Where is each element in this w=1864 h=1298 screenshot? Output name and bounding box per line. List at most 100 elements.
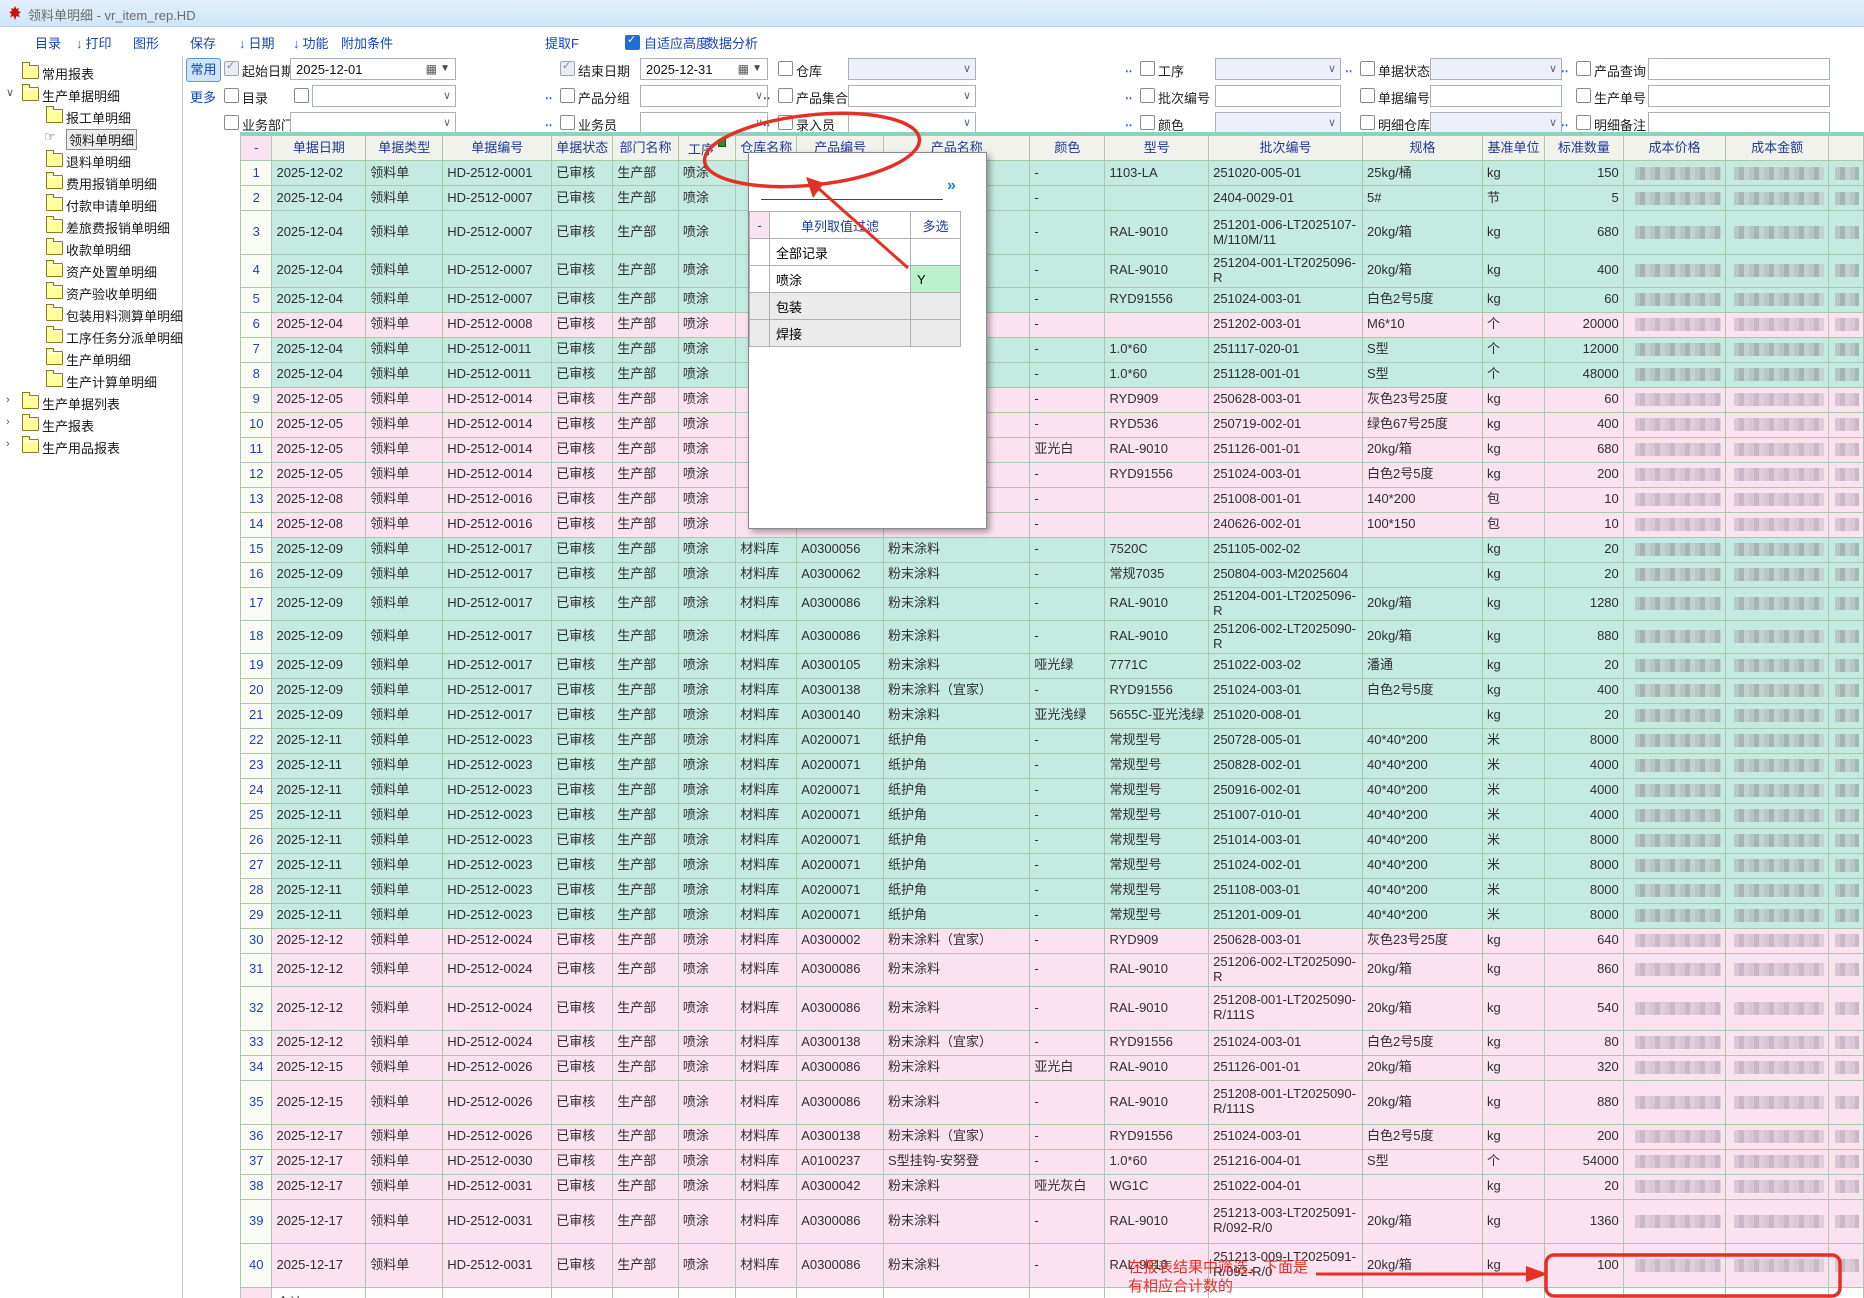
combo-产品集合[interactable]: ∨ [848, 85, 976, 107]
table-row[interactable]: 22025-12-04领料单HD-2512-0007已审核生产部喷涂-2404-… [241, 186, 1864, 211]
table-row[interactable]: 302025-12-12领料单HD-2512-0024已审核生产部喷涂材料库A0… [241, 928, 1864, 953]
table-row[interactable]: 162025-12-09领料单HD-2512-0017已审核生产部喷涂材料库A0… [241, 562, 1864, 587]
filter-checkbox-颜色[interactable] [1140, 115, 1155, 130]
toolbar-item-10[interactable]: 数据分析 [706, 33, 758, 52]
toolbar-item-4[interactable]: 保存 [190, 33, 216, 52]
filter-checkbox-单据状态[interactable] [1360, 61, 1375, 76]
popup-expand-icon[interactable]: » [947, 177, 956, 195]
table-row[interactable]: 152025-12-09领料单HD-2512-0017已审核生产部喷涂材料库A0… [241, 537, 1864, 562]
filter-checkbox-明细备注[interactable] [1576, 115, 1591, 130]
table-row[interactable]: 202025-12-09领料单HD-2512-0017已审核生产部喷涂材料库A0… [241, 678, 1864, 703]
filter-checkbox-工序[interactable] [1140, 61, 1155, 76]
column-header-型号[interactable]: 型号 [1105, 136, 1209, 161]
expand-arrow-icon[interactable]: › [6, 394, 18, 406]
table-row[interactable]: 182025-12-09领料单HD-2512-0017已审核生产部喷涂材料库A0… [241, 620, 1864, 653]
text-input-明细备注[interactable] [1648, 112, 1830, 134]
table-row[interactable]: 262025-12-11领料单HD-2512-0023已审核生产部喷涂材料库A0… [241, 828, 1864, 853]
chevron-down-icon[interactable]: ∨ [963, 116, 971, 129]
toolbar-item-9[interactable]: 自适应高度 [625, 33, 709, 52]
table-row[interactable]: 322025-12-12领料单HD-2512-0024已审核生产部喷涂材料库A0… [241, 986, 1864, 1030]
toolbar-item-8[interactable]: 提取F [545, 33, 579, 52]
combo-单据状态[interactable]: ∨ [1430, 58, 1562, 80]
table-row[interactable]: 122025-12-05领料单HD-2512-0014已审核生产部喷涂粉末涂料（… [241, 462, 1864, 487]
chevron-down-icon[interactable]: ∨ [963, 62, 971, 75]
chevron-down-icon[interactable]: ∨ [1328, 62, 1336, 75]
table-row[interactable]: 352025-12-15领料单HD-2512-0026已审核生产部喷涂材料库A0… [241, 1080, 1864, 1124]
table-row[interactable]: 142025-12-08领料单HD-2512-0016已审核生产部喷涂-2406… [241, 512, 1864, 537]
chevron-down-icon[interactable]: ∨ [443, 89, 451, 102]
table-row[interactable]: 342025-12-15领料单HD-2512-0026已审核生产部喷涂材料库A0… [241, 1055, 1864, 1080]
table-row[interactable]: 252025-12-11领料单HD-2512-0023已审核生产部喷涂材料库A0… [241, 803, 1864, 828]
filter-checkbox-单据编号[interactable] [1360, 88, 1375, 103]
table-row[interactable]: 242025-12-11领料单HD-2512-0023已审核生产部喷涂材料库A0… [241, 778, 1864, 803]
popup-value-row[interactable]: 包装 [750, 293, 961, 320]
column-header-基准单位[interactable]: 基准单位 [1483, 136, 1545, 161]
toolbar-item-7[interactable]: 附加条件 [341, 33, 393, 52]
column-header-成本金额[interactable]: 成本金额 [1726, 136, 1829, 161]
filter-checkbox-业务员[interactable] [560, 115, 575, 130]
filter-checkbox-仓库[interactable] [778, 61, 793, 76]
text-input-生产单号[interactable] [1648, 85, 1830, 107]
table-row[interactable]: 332025-12-12领料单HD-2512-0024已审核生产部喷涂材料库A0… [241, 1030, 1864, 1055]
chevron-down-icon[interactable]: ∨ [1549, 116, 1557, 129]
chevron-down-icon[interactable]: ∨ [1549, 62, 1557, 75]
table-row[interactable]: 82025-12-04领料单HD-2512-0011已审核生产部喷涂S型挂钩-安… [241, 362, 1864, 387]
column-header-单据类型[interactable]: 单据类型 [366, 136, 443, 161]
popup-value-row[interactable]: 焊接 [750, 320, 961, 347]
table-row[interactable]: 382025-12-17领料单HD-2512-0031已审核生产部喷涂材料库A0… [241, 1174, 1864, 1199]
table-row[interactable]: 402025-12-17领料单HD-2512-0031已审核生产部喷涂材料库A0… [241, 1243, 1864, 1287]
table-row[interactable]: 312025-12-12领料单HD-2512-0024已审核生产部喷涂材料库A0… [241, 953, 1864, 986]
expand-arrow-icon[interactable]: › [6, 438, 18, 450]
toolbar-item-5[interactable]: ↓日期 [239, 33, 275, 52]
filter-checkbox-产品分组[interactable] [560, 88, 575, 103]
popup-value-row[interactable]: 喷涂Y [750, 266, 961, 293]
table-row[interactable]: 222025-12-11领料单HD-2512-0023已审核生产部喷涂材料库A0… [241, 728, 1864, 753]
checkbox-checked-icon[interactable] [625, 35, 640, 50]
combo-颜色[interactable]: ∨ [1215, 112, 1341, 134]
table-row[interactable]: 62025-12-04领料单HD-2512-0008已审核生产部喷涂-25120… [241, 312, 1864, 337]
toolbar-item-6[interactable]: ↓功能 [293, 33, 329, 52]
chevron-down-icon[interactable]: ∨ [1328, 116, 1336, 129]
calendar-icon[interactable]: ▦ [738, 62, 749, 76]
text-input-批次编号[interactable] [1215, 85, 1341, 107]
column-header-颜色[interactable]: 颜色 [1030, 136, 1105, 161]
table-row[interactable]: 72025-12-04领料单HD-2512-0011已审核生产部喷涂S型挂钩-安… [241, 337, 1864, 362]
table-row[interactable]: 372025-12-17领料单HD-2512-0030已审核生产部喷涂材料库A0… [241, 1149, 1864, 1174]
combo-明细仓库[interactable]: ∨ [1430, 112, 1562, 134]
table-row[interactable]: 102025-12-05领料单HD-2512-0014已审核生产部喷涂粉末涂料（… [241, 412, 1864, 437]
combo-业务员[interactable]: ∨ [640, 112, 768, 134]
table-row[interactable]: 362025-12-17领料单HD-2512-0026已审核生产部喷涂材料库A0… [241, 1124, 1864, 1149]
column-header-单据状态[interactable]: 单据状态 [552, 136, 613, 161]
column-header-成本价格[interactable]: 成本价格 [1623, 136, 1726, 161]
column-header-标准数量[interactable]: 标准数量 [1544, 136, 1623, 161]
table-row[interactable]: 32025-12-04领料单HD-2512-0007已审核生产部喷涂-RAL-9… [241, 211, 1864, 255]
column-header-部门名称[interactable]: 部门名称 [613, 136, 679, 161]
table-row[interactable]: 12025-12-02领料单HD-2512-0001已审核生产部喷涂-1103-… [241, 161, 1864, 186]
combo-仓库[interactable]: ∨ [848, 58, 976, 80]
calendar-icon[interactable]: ▦ [426, 62, 437, 76]
dropdown-arrow-icon[interactable]: ▼ [752, 63, 762, 74]
combo-工序[interactable]: ∨ [1215, 58, 1341, 80]
filter-often-button[interactable]: 常用 [186, 58, 221, 82]
column-header-规格[interactable]: 规格 [1362, 136, 1482, 161]
filter-checkbox-起始日期[interactable] [224, 61, 239, 76]
filter-checkbox-产品查询[interactable] [1576, 61, 1591, 76]
column-header-overflow[interactable] [1829, 136, 1864, 161]
table-row[interactable]: 192025-12-09领料单HD-2512-0017已审核生产部喷涂材料库A0… [241, 653, 1864, 678]
text-input-单据编号[interactable] [1430, 85, 1562, 107]
table-row[interactable]: 282025-12-11领料单HD-2512-0023已审核生产部喷涂材料库A0… [241, 878, 1864, 903]
toolbar-item-3[interactable]: 图形 [133, 33, 159, 52]
filter-more-button[interactable]: 更多 [190, 87, 216, 106]
filter-checkbox-明细仓库[interactable] [1360, 115, 1375, 130]
toolbar-item-1[interactable]: 目录 [35, 33, 61, 52]
combo-业务部门[interactable]: ∨ [290, 112, 456, 134]
date-input-结束日期[interactable]: 2025-12-31▦▼ [640, 58, 768, 80]
filter-checkbox-录入员[interactable] [778, 115, 793, 130]
column-header-批次编号[interactable]: 批次编号 [1209, 136, 1363, 161]
dropdown-arrow-icon[interactable]: ▼ [440, 63, 450, 74]
collapse-arrow-icon[interactable]: ∨ [6, 86, 18, 99]
filter-checkbox-业务部门[interactable] [224, 115, 239, 130]
table-row[interactable]: 272025-12-11领料单HD-2512-0023已审核生产部喷涂材料库A0… [241, 853, 1864, 878]
combo-目录[interactable]: ∨ [312, 85, 456, 107]
expand-arrow-icon[interactable]: › [6, 416, 18, 428]
